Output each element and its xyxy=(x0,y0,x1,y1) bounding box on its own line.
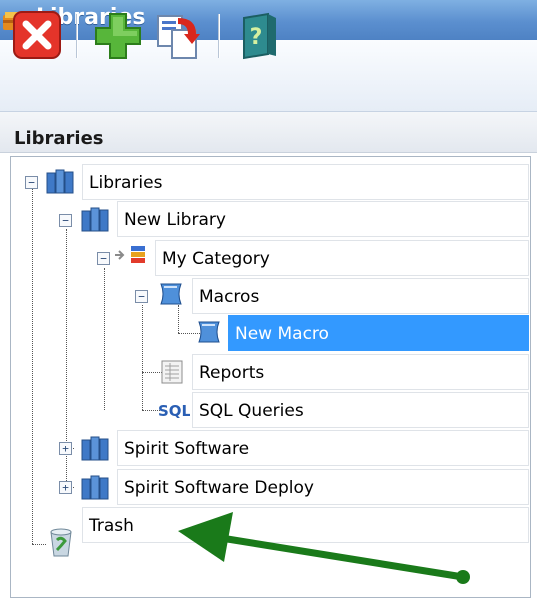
macro-icon xyxy=(198,321,220,343)
expand-toggle[interactable]: + xyxy=(59,481,72,494)
delete-icon[interactable] xyxy=(12,10,64,62)
collapse-toggle[interactable]: − xyxy=(135,290,148,303)
tree-item-label: SQL Queries xyxy=(199,401,304,421)
collapse-toggle[interactable]: − xyxy=(25,176,38,189)
macros-icon xyxy=(160,283,182,305)
tree-item-label: New Macro xyxy=(235,324,329,344)
tree-item-spirit-software[interactable]: Spirit Software xyxy=(117,430,529,466)
tree-line xyxy=(142,305,143,410)
tree-item-label: My Category xyxy=(162,249,270,269)
help-book-icon[interactable]: ? xyxy=(234,10,286,62)
toolbar-separator xyxy=(76,14,77,58)
collapse-toggle[interactable]: − xyxy=(59,214,72,227)
tree-line xyxy=(178,305,179,333)
tree-item-label: Spirit Software xyxy=(124,439,250,459)
tree-item-reports[interactable]: Reports xyxy=(192,354,529,390)
tree-item-libraries[interactable]: Libraries xyxy=(82,164,529,200)
tree-item-new-macro[interactable]: New Macro xyxy=(228,315,529,351)
tree-line xyxy=(32,544,46,545)
tree-item-new-library[interactable]: New Library xyxy=(117,201,529,237)
toolbar-separator xyxy=(218,14,219,58)
library-icon xyxy=(81,436,109,461)
arrow-connector-icon xyxy=(115,250,125,260)
library-icon xyxy=(81,475,109,500)
tree-item-sql-queries[interactable]: SQL Queries xyxy=(192,392,529,428)
add-icon[interactable] xyxy=(92,10,144,62)
svg-text:SQL: SQL xyxy=(158,402,190,420)
reports-icon xyxy=(161,360,183,384)
tree-item-spirit-software-deploy[interactable]: Spirit Software Deploy xyxy=(117,469,529,505)
tree-line xyxy=(104,268,105,410)
panel-title: Libraries xyxy=(14,128,104,149)
collapse-toggle[interactable]: − xyxy=(97,252,110,265)
library-icon xyxy=(81,207,109,232)
tree-item-label: Spirit Software Deploy xyxy=(124,478,314,498)
tree-item-trash[interactable]: Trash xyxy=(82,507,529,543)
tree-item-label: Libraries xyxy=(89,173,163,193)
trash-icon xyxy=(50,528,72,557)
tree-item-label: Macros xyxy=(199,287,260,307)
category-icon xyxy=(131,246,145,263)
tree-line xyxy=(32,189,33,544)
libraries-icon xyxy=(46,169,74,194)
expand-toggle[interactable]: + xyxy=(59,442,72,455)
tree-item-macros[interactable]: Macros xyxy=(192,278,529,314)
tree-item-label: New Library xyxy=(124,210,226,230)
sql-icon: SQL xyxy=(158,402,190,420)
tree-item-label: Reports xyxy=(199,363,265,383)
tree-item-my-category[interactable]: My Category xyxy=(155,240,529,276)
tree-line xyxy=(142,372,162,373)
tree-item-label: Trash xyxy=(89,516,134,536)
svg-text:?: ? xyxy=(250,25,263,50)
export-icon[interactable] xyxy=(152,10,204,62)
